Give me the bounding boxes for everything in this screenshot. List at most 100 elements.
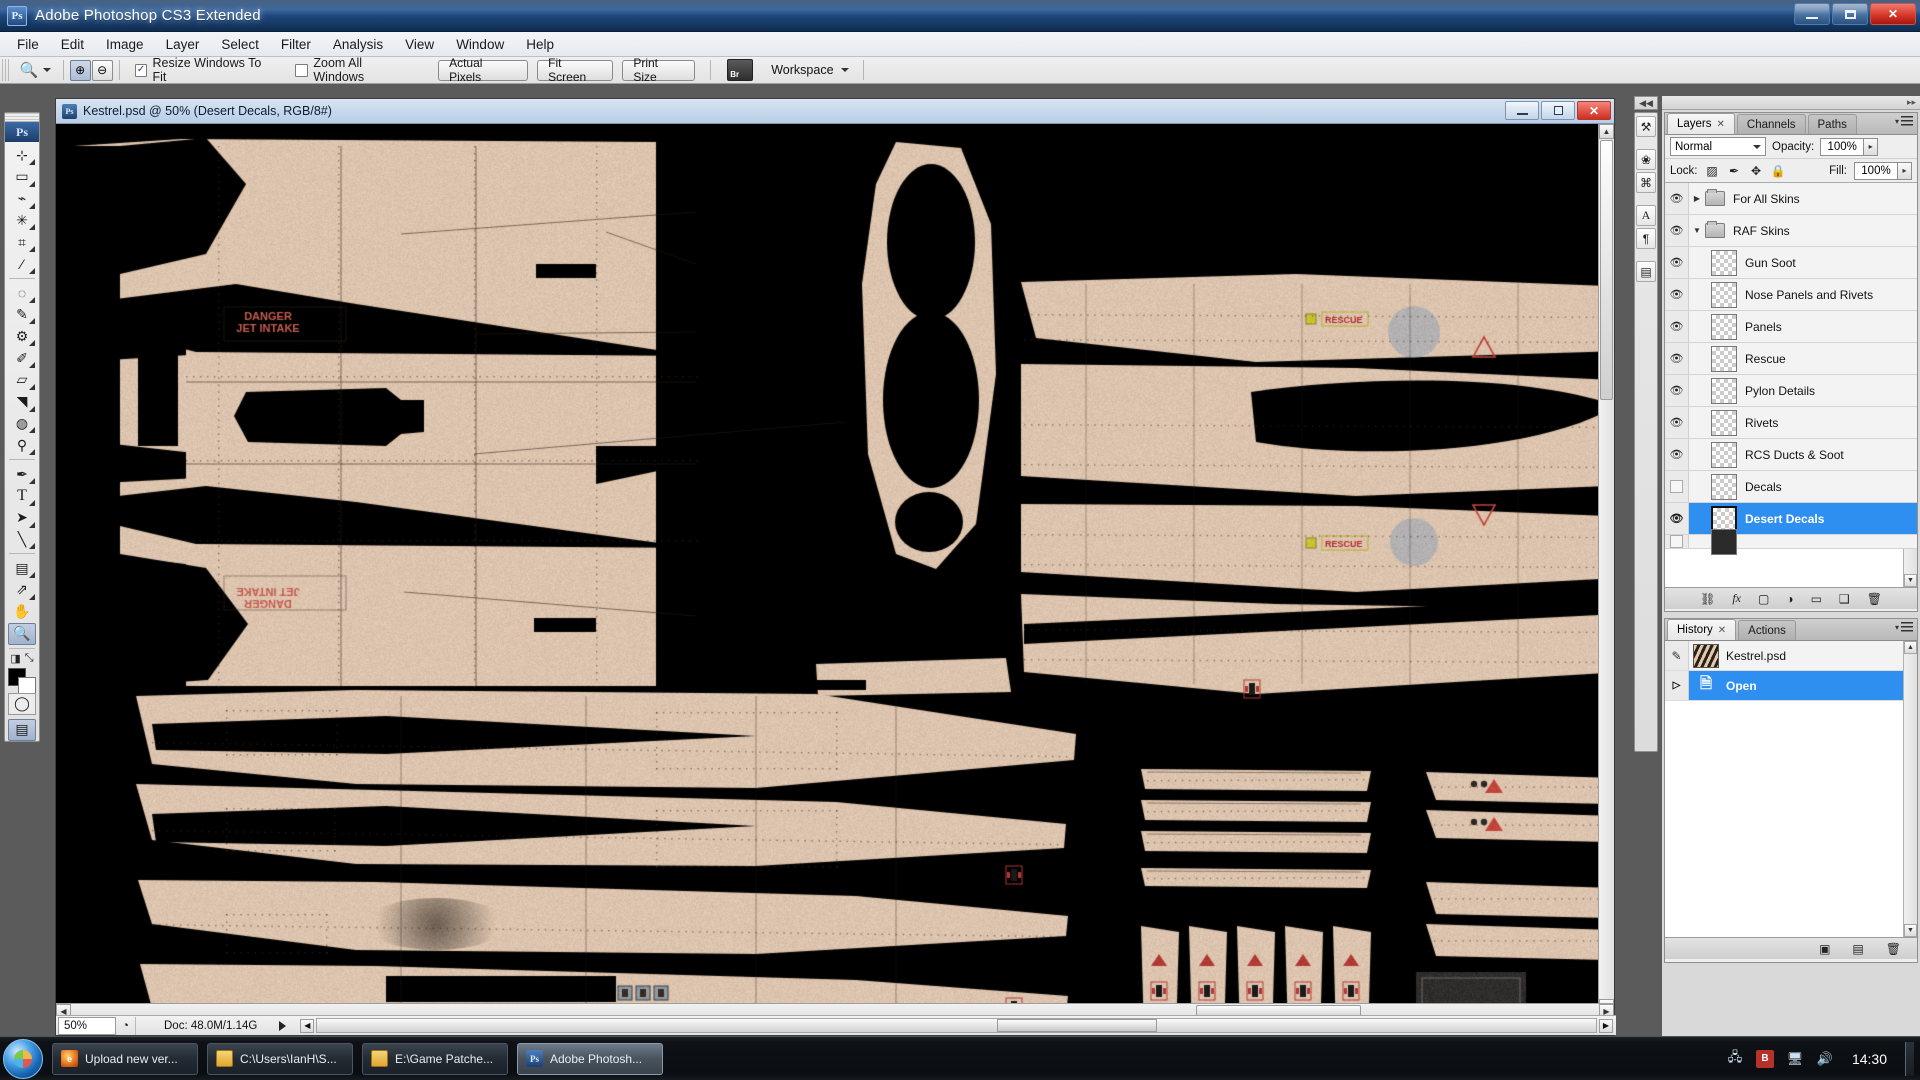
start-orb-icon[interactable] [3,1039,43,1079]
menu-layer[interactable]: Layer [155,34,211,55]
document-close-button[interactable]: ✕ [1577,101,1611,120]
line-shape-tool[interactable]: ╲ [8,529,36,551]
character-icon[interactable]: A [1636,205,1656,226]
snapshot-source-icon[interactable]: ✎ [1665,641,1689,670]
screen-mode-icon[interactable]: ▤ [8,719,36,741]
magic-wand-tool[interactable]: ✳ [8,210,36,232]
layer-visibility-off-icon[interactable] [1665,535,1689,548]
document-minimize-button[interactable] [1505,101,1539,120]
layer-thumbnail[interactable] [1711,378,1737,404]
menu-window[interactable]: Window [445,34,515,55]
zoom-in-button[interactable]: ⊕ [70,60,91,81]
group-collapsed-icon[interactable]: ▶ [1689,194,1705,203]
healing-brush-tool[interactable]: ◌ [8,282,36,304]
layer-row[interactable]: 👁Panels [1665,311,1917,343]
actual-pixels-button[interactable]: Actual Pixels [438,60,528,81]
resize-windows-checkbox[interactable]: ✓ [135,64,148,77]
dodge-tool[interactable]: ⚲ [8,434,36,456]
lock-transparent-pixels-icon[interactable]: ▨ [1705,163,1720,178]
lasso-tool[interactable]: ⌁ [8,188,36,210]
opacity-field[interactable]: 100% [1820,138,1864,156]
antivirus-icon[interactable]: B [1756,1050,1774,1068]
document-maximize-button[interactable] [1541,101,1575,120]
delete-state-icon[interactable]: 🗑 [1886,942,1901,956]
close-icon[interactable]: ✕ [1717,119,1725,130]
status-scroll-thumb[interactable] [997,1019,1157,1032]
crop-tool[interactable]: ⌗ [8,231,36,253]
background-color-swatch[interactable] [18,677,36,695]
tool-presets-icon[interactable]: ⚒ [1636,116,1656,137]
zoom-all-windows-option[interactable]: Zoom All Windows [286,56,424,84]
type-tool[interactable]: T [8,485,36,507]
menu-edit[interactable]: Edit [50,34,95,55]
canvas-vertical-scrollbar[interactable]: ▲ ▼ [1598,124,1614,1014]
menu-file[interactable]: File [6,34,50,55]
aircraft-skin-texture[interactable] [56,124,1614,1014]
opacity-stepper[interactable]: ▸ [1864,138,1878,156]
adjustment-layer-icon[interactable]: ◑ [1786,592,1793,606]
dock-collapse-icon[interactable]: ▸▸ [1907,97,1916,108]
layer-visibility-on-icon[interactable]: 👁 [1665,407,1689,438]
tab-layers[interactable]: Layers ✕ [1667,113,1735,134]
fill-field[interactable]: 100% [1854,162,1898,180]
history-row[interactable]: ▷🗎Open [1665,671,1917,701]
tab-channels[interactable]: Channels [1737,114,1806,134]
display-icon[interactable]: 🖥 [1786,1050,1804,1068]
history-state-marker[interactable]: ▷ [1665,671,1689,700]
new-layer-icon[interactable]: ❑ [1839,592,1850,606]
status-scroll-right[interactable]: ▶ [1599,1019,1613,1033]
zoom-level-field[interactable]: 50% [58,1017,116,1035]
layers-panel-menu-button[interactable]: ▾ [1895,116,1913,126]
color-swatches[interactable] [7,668,37,693]
history-list[interactable]: ▲ ▼ ✎Kestrel.psd▷🗎Open [1665,641,1917,937]
layer-row[interactable]: 👁Pylon Details [1665,375,1917,407]
slice-tool[interactable]: ⁄ [8,253,36,275]
layer-visibility-off-icon[interactable] [1665,471,1689,502]
layer-row[interactable]: 👁RCS Ducts & Soot [1665,439,1917,471]
image-canvas[interactable] [56,124,1614,1014]
layer-comps-icon[interactable]: ▤ [1636,261,1656,282]
link-layers-icon[interactable]: ⛓ [1700,592,1715,606]
layer-style-icon[interactable]: fx [1732,591,1741,606]
dock-rail-collapse[interactable]: ◀◀ [1634,96,1658,110]
history-brush-tool[interactable]: ✐ [8,347,36,369]
taskbar-item-photoshop[interactable]: Ps Adobe Photosh... [517,1043,663,1075]
history-scroll-up[interactable]: ▲ [1904,641,1917,654]
toolbox-drag-handle[interactable] [5,113,39,122]
notes-tool[interactable]: ▤ [8,557,36,579]
layer-thumbnail[interactable] [1711,529,1737,555]
pen-tool[interactable]: ✒ [8,463,36,485]
minimize-button[interactable] [1794,3,1830,25]
layer-row[interactable] [1665,535,1917,549]
blur-tool[interactable]: ◍ [8,413,36,435]
print-size-button[interactable]: Print Size [622,60,695,81]
status-preview-icon[interactable]: ◔ [116,1017,136,1035]
layer-thumbnail[interactable] [1711,250,1737,276]
status-scroll-track[interactable] [316,1018,1597,1033]
marquee-tool[interactable]: ▭ [8,166,36,188]
menu-filter[interactable]: Filter [270,34,322,55]
vertical-scroll-thumb[interactable] [1600,140,1613,400]
layer-row[interactable]: 👁Nose Panels and Rivets [1665,279,1917,311]
hand-tool[interactable]: ✋ [8,601,36,623]
taskbar-item-game-patches-folder[interactable]: E:\Game Patche... [362,1043,508,1075]
layer-thumbnail[interactable] [1711,410,1737,436]
volume-icon[interactable]: 🔊 [1816,1050,1834,1068]
layer-visibility-on-icon[interactable]: 👁 [1665,439,1689,470]
options-bar-grip[interactable] [2,59,10,81]
menu-view[interactable]: View [394,34,445,55]
layer-row[interactable]: 👁Rivets [1665,407,1917,439]
group-expanded-icon[interactable]: ▼ [1689,226,1705,235]
document-titlebar[interactable]: Ps Kestrel.psd @ 50% (Desert Decals, RGB… [56,99,1614,124]
resize-windows-to-fit-option[interactable]: ✓ Resize Windows To Fit [126,56,287,84]
layer-thumbnail[interactable] [1711,346,1737,372]
paragraph-icon[interactable]: ¶ [1636,228,1656,249]
status-menu-arrow[interactable] [279,1021,286,1031]
layer-row[interactable]: Decals [1665,471,1917,503]
new-document-from-state-icon[interactable]: ▣ [1819,942,1830,956]
layer-row[interactable]: 👁▶For All Skins [1665,183,1917,215]
eraser-tool[interactable]: ▱ [8,369,36,391]
tab-actions[interactable]: Actions [1738,620,1796,640]
fit-screen-button[interactable]: Fit Screen [537,60,613,81]
default-colors-icon[interactable]: ◨ [10,652,20,665]
